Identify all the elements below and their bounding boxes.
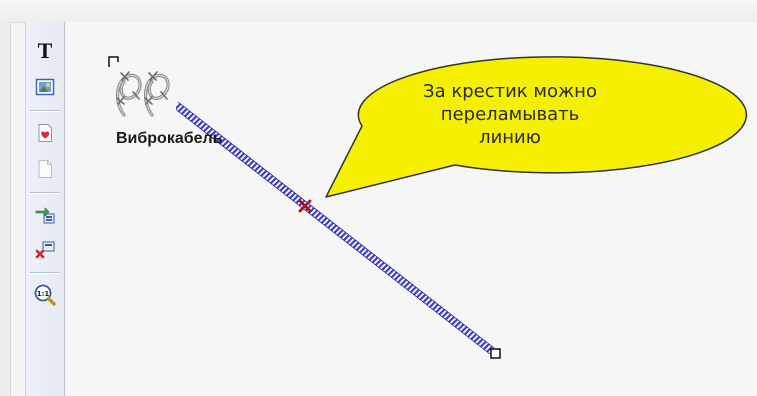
text-T-icon: T <box>37 38 53 63</box>
svg-text:1:1: 1:1 <box>37 290 50 298</box>
callout-line: переламывать <box>440 104 580 125</box>
heart-page-icon <box>38 124 52 142</box>
blank-page-icon <box>38 160 52 178</box>
selection-handle-bottom-right[interactable] <box>490 348 501 359</box>
blank-page-tool-button[interactable] <box>32 156 58 182</box>
top-strip <box>0 0 757 23</box>
text-tool-button[interactable]: T <box>32 38 58 64</box>
toolbar-separator <box>30 192 60 194</box>
connect-tool-button[interactable] <box>32 202 58 228</box>
window-left-edge <box>0 22 11 396</box>
connect-arrows-icon <box>35 207 55 224</box>
image-tool-button[interactable] <box>32 74 58 100</box>
barbed-wire-icon[interactable] <box>110 62 176 120</box>
zoom-1-1-icon: 1:1 <box>34 284 56 306</box>
zoom-actual-tool-button[interactable]: 1:1 <box>32 282 58 308</box>
picture-icon <box>35 78 55 96</box>
disconnect-tool-button[interactable] <box>32 236 58 262</box>
callout-text: За крестик можно переламывать линию <box>388 80 632 149</box>
node-label: Виброкабель <box>116 130 223 147</box>
callout-line: линию <box>479 127 541 148</box>
tool-palette: T 1:1 <box>25 22 65 396</box>
heart-page-tool-button[interactable] <box>32 120 58 146</box>
toolbar-separator <box>30 272 60 274</box>
callout-line: За крестик можно <box>423 81 597 102</box>
toolbar-separator <box>30 110 60 112</box>
editor-window: T 1:1 Виброкабель За крестик можно перел… <box>0 0 757 396</box>
disconnect-icon <box>35 241 55 259</box>
